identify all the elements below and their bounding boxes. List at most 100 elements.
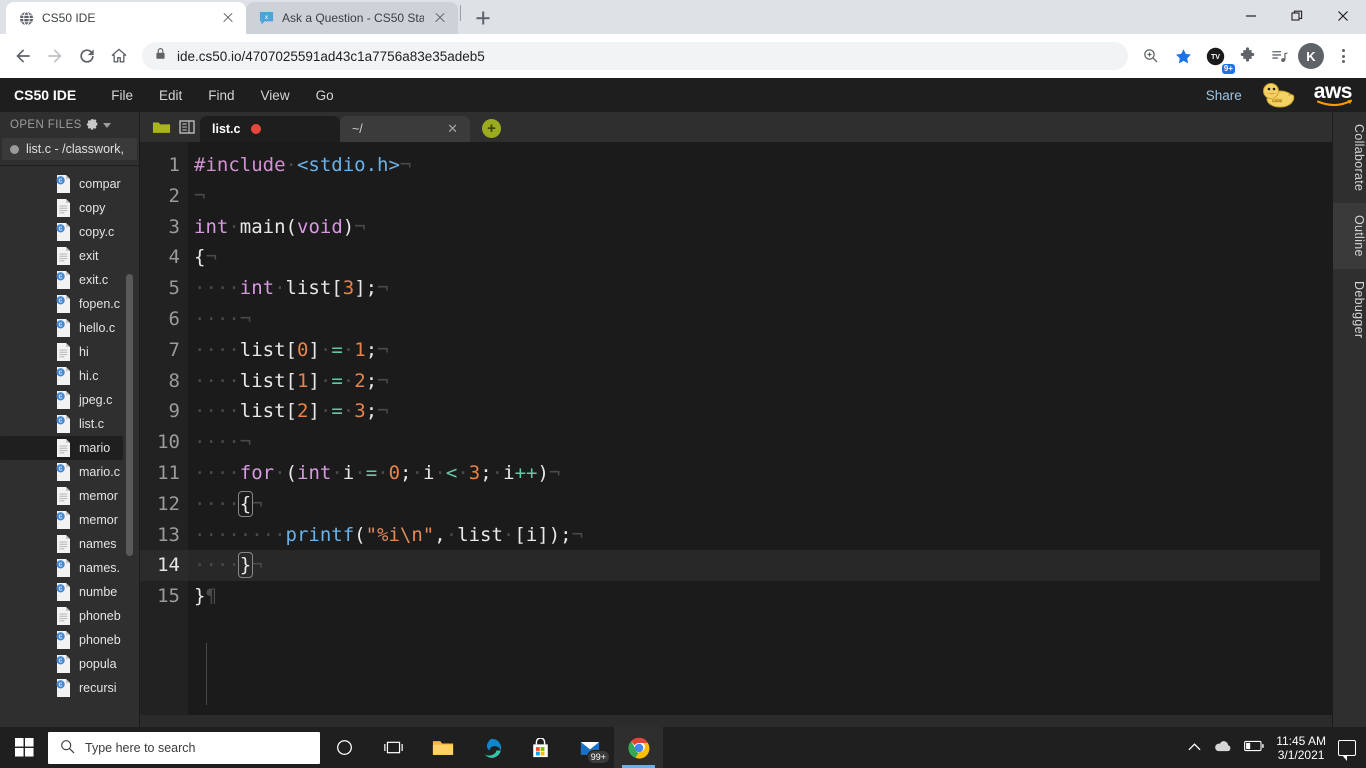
split-panes-icon[interactable] (174, 112, 200, 142)
new-tab-button[interactable] (469, 4, 497, 32)
code-line[interactable]: ········printf("%i\n",·list·[i]);¬ (188, 520, 1332, 551)
file-tree-item[interactable]: Cnames. (0, 556, 139, 580)
code-line[interactable]: #include·<stdio.h>¬ (188, 150, 1332, 181)
file-tree-item[interactable]: Ccompar (0, 172, 139, 196)
chevron-down-icon[interactable] (102, 122, 111, 128)
code-line[interactable]: ····list[0]·=·1;¬ (188, 335, 1332, 366)
bookmark-star-icon[interactable] (1168, 41, 1198, 71)
editor-tab-list-c[interactable]: list.c (200, 116, 340, 142)
microsoft-store-icon[interactable] (516, 727, 565, 768)
browser-menu-button[interactable] (1328, 41, 1358, 71)
code-content[interactable]: #include·<stdio.h>¬ ¬ int·main(void)¬ {¬ ···… (188, 142, 1332, 715)
open-file-item-list-c[interactable]: list.c - /classwork, (2, 138, 137, 160)
forward-arrow-icon[interactable] (40, 41, 70, 71)
file-tree-item[interactable]: Chello.c (0, 316, 139, 340)
rail-tab-debugger[interactable]: Debugger (1333, 269, 1366, 350)
close-button[interactable] (1320, 0, 1366, 32)
editor-horizontal-scrollbar[interactable] (140, 715, 1332, 727)
code-token: ¬ (399, 154, 412, 176)
onedrive-icon[interactable] (1213, 740, 1232, 756)
editor-tab-terminal[interactable]: ~/ ✕ (340, 116, 470, 142)
editor-vertical-scrollbar[interactable] (1320, 142, 1332, 715)
close-icon[interactable]: ✕ (447, 121, 458, 137)
edge-icon[interactable] (467, 727, 516, 768)
menu-edit[interactable]: Edit (146, 88, 195, 103)
unsaved-dot-icon[interactable] (250, 124, 261, 134)
reload-icon[interactable] (72, 41, 102, 71)
file-tree-scrollbar[interactable] (126, 274, 133, 556)
code-line[interactable]: ····list[2]·=·3;¬ (188, 396, 1332, 427)
menu-go[interactable]: Go (303, 88, 347, 103)
close-icon[interactable] (432, 10, 448, 26)
file-tree-item[interactable]: phoneb (0, 604, 139, 628)
code-editor[interactable]: 1 2 3 4 5 6 7 8 9 10 11 12 13 14 15 #include·<stdio.h>… (140, 142, 1332, 715)
file-tree[interactable]: Ccompar copy Ccopy.c exit Cexit.c Cfopen.c Che… (0, 166, 139, 727)
file-tree-item[interactable]: Crecursi (0, 676, 139, 700)
minimize-button[interactable] (1228, 0, 1274, 32)
code-line[interactable]: int·main(void)¬ (188, 212, 1332, 243)
file-tree-item[interactable]: Clist.c (0, 412, 139, 436)
close-icon[interactable] (220, 10, 236, 26)
file-tree-item[interactable]: Cphoneb (0, 628, 139, 652)
windows-logo-icon[interactable] (0, 727, 48, 768)
file-tree-item[interactable]: Cpopula (0, 652, 139, 676)
extensions-puzzle-icon[interactable] (1232, 41, 1262, 71)
code-line[interactable]: ····¬ (188, 427, 1332, 458)
file-tree-item[interactable]: memor (0, 484, 139, 508)
code-line[interactable]: ····list[1]·=·2;¬ (188, 366, 1332, 397)
code-line[interactable]: }¶ (188, 581, 1332, 612)
code-line[interactable]: ····}¬ (188, 550, 1332, 582)
file-tree-item[interactable]: copy (0, 196, 139, 220)
file-tree-item[interactable]: Chi.c (0, 364, 139, 388)
file-tree-item[interactable]: Cmario.c (0, 460, 139, 484)
code-token: · (502, 523, 515, 546)
rail-tab-outline[interactable]: Outline (1333, 203, 1366, 269)
back-arrow-icon[interactable] (8, 41, 38, 71)
zoom-icon[interactable] (1136, 41, 1166, 71)
chrome-icon[interactable] (614, 727, 663, 768)
file-tree-item[interactable]: Cexit.c (0, 268, 139, 292)
code-line[interactable]: ····{¬ (188, 489, 1332, 520)
code-line[interactable]: {¬ (188, 242, 1332, 273)
browser-tab-stack-exchange[interactable]: x Ask a Question - CS50 Stack Exch (246, 2, 458, 34)
code-line[interactable]: ¬ (188, 181, 1332, 212)
file-tree-item[interactable]: Cjpeg.c (0, 388, 139, 412)
file-tree-item[interactable]: names (0, 532, 139, 556)
home-icon[interactable] (104, 41, 134, 71)
share-button[interactable]: Share (1206, 88, 1242, 103)
profile-avatar[interactable]: K (1296, 41, 1326, 71)
file-explorer-icon[interactable] (418, 727, 467, 768)
folder-icon[interactable] (148, 112, 174, 142)
gear-icon[interactable] (86, 118, 99, 132)
c-file-icon: C (56, 511, 71, 529)
restore-button[interactable] (1274, 0, 1320, 32)
cortana-icon[interactable] (320, 727, 369, 768)
notifications-icon[interactable] (1338, 739, 1356, 761)
browser-tab-cs50-ide[interactable]: CS50 IDE (6, 2, 246, 34)
code-line[interactable]: ····for·(int·i·=·0;·i·<·3;·i++)¬ (188, 458, 1332, 489)
taskbar-search-input[interactable]: Type here to search (48, 731, 320, 764)
new-editor-tab-button[interactable]: + (482, 119, 501, 138)
file-tree-item[interactable]: Cnumbe (0, 580, 139, 604)
rail-tab-collaborate[interactable]: Collaborate (1333, 112, 1366, 203)
menu-find[interactable]: Find (195, 88, 247, 103)
menu-view[interactable]: View (248, 88, 303, 103)
file-tree-item[interactable]: Cmemor (0, 508, 139, 532)
tv-extension-icon[interactable]: TV 9+ (1200, 41, 1235, 74)
file-tree-item[interactable]: exit (0, 244, 139, 268)
file-tree-item[interactable]: Ccopy.c (0, 220, 139, 244)
mail-icon[interactable]: 99+ (565, 727, 614, 768)
file-tree-item[interactable]: mario (0, 436, 123, 460)
show-hidden-icons-chevron[interactable] (1188, 741, 1201, 755)
code-line[interactable]: ····int·list[3];¬ (188, 273, 1332, 304)
file-tree-item[interactable]: Cfopen.c (0, 292, 139, 316)
taskbar-clock[interactable]: 11:45 AM 3/1/2021 (1276, 734, 1326, 762)
file-tree-item[interactable]: hi (0, 340, 139, 364)
media-controls-icon[interactable] (1264, 41, 1294, 71)
cs50-duck-icon[interactable]: CS50 (1258, 81, 1298, 109)
menu-file[interactable]: File (98, 88, 146, 103)
code-line[interactable]: ····¬ (188, 304, 1332, 335)
battery-icon[interactable] (1244, 740, 1264, 755)
task-view-icon[interactable] (369, 727, 418, 768)
address-bar[interactable]: ide.cs50.io/4707025591ad43c1a7756a83e35a… (142, 42, 1128, 70)
